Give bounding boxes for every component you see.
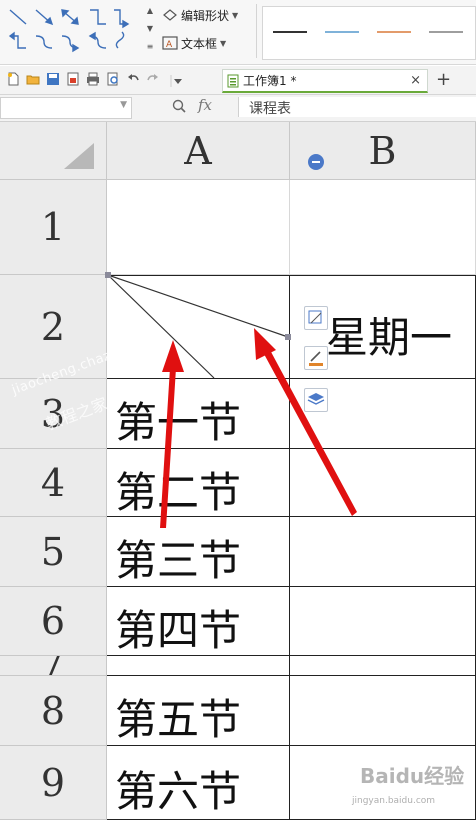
pen-fill-icon (309, 351, 323, 366)
baidu-logo: Baidu经验 (360, 764, 465, 788)
shape-style-button[interactable] (304, 306, 328, 330)
diagonal-line-2[interactable] (107, 274, 289, 338)
baidu-url: jingyan.baidu.com (352, 796, 436, 806)
line-handle-start[interactable] (105, 272, 111, 278)
shape-fill-button[interactable] (304, 346, 328, 370)
collapse-icon[interactable] (308, 154, 324, 170)
annotation-arrow-1 (160, 340, 184, 528)
diagonal-line-1[interactable] (107, 274, 215, 379)
layers-icon (307, 393, 325, 405)
line-handle-end[interactable] (285, 334, 291, 340)
shape-style-icon (308, 310, 322, 324)
layers-button[interactable] (304, 388, 328, 412)
